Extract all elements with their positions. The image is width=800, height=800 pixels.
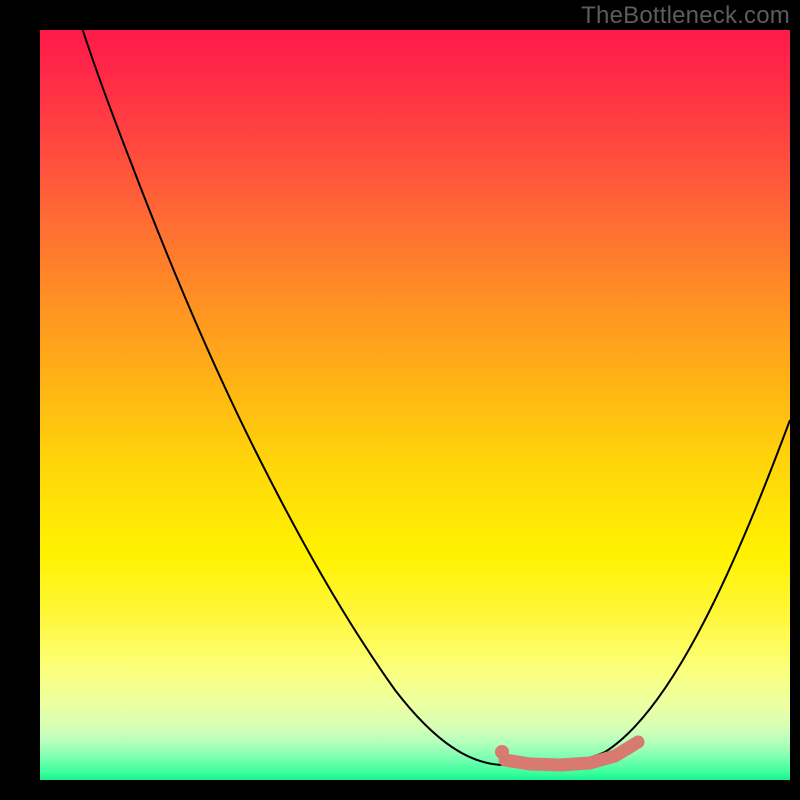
bottleneck-curve: [40, 30, 790, 765]
optimal-segment: [505, 742, 638, 765]
frame-mask-left: [0, 0, 40, 800]
plot-area: [40, 30, 790, 780]
optimal-dot: [495, 745, 509, 759]
frame-mask-right: [790, 0, 800, 800]
watermark-label: TheBottleneck.com: [581, 2, 790, 30]
chart-frame: TheBottleneck.com: [0, 0, 800, 800]
curve-layer: [40, 30, 790, 780]
frame-mask-bottom: [0, 780, 800, 800]
